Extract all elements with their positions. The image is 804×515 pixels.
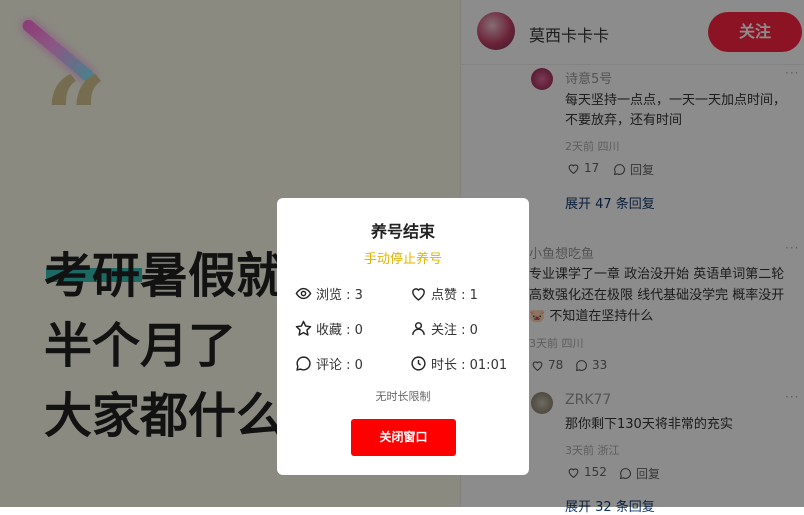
duration-limit-note: 无时长限制 <box>375 390 431 403</box>
heart-icon <box>412 288 425 301</box>
stat-follows-label: 关注 : 0 <box>431 323 478 338</box>
modal-subtitle: 手动停止养号 <box>363 252 442 267</box>
stat-likes: 点赞 : 1 <box>410 284 478 303</box>
stat-comments-label: 评论 : 0 <box>316 358 363 373</box>
close-window-button[interactable]: 关闭窗口 <box>351 419 456 456</box>
stat-views: 浏览 : 3 <box>295 284 363 303</box>
stat-collects: 收藏 : 0 <box>295 319 363 338</box>
stat-follows: 关注 : 0 <box>410 319 478 338</box>
stat-collects-label: 收藏 : 0 <box>316 323 363 338</box>
stat-views-label: 浏览 : 3 <box>316 288 363 303</box>
modal-title: 养号结束 <box>370 222 435 241</box>
user-icon <box>412 322 425 335</box>
clock-icon <box>411 356 426 371</box>
star-icon <box>295 320 312 336</box>
stat-likes-label: 点赞 : 1 <box>431 288 478 303</box>
stat-comments: 评论 : 0 <box>295 354 363 373</box>
eye-icon <box>295 287 312 300</box>
chat-bubble-icon <box>296 356 311 371</box>
stat-duration-label: 时长 : 01:01 <box>431 358 508 373</box>
result-modal: 养号结束 手动停止养号 浏览 : 3 点赞 : 1 收藏 : 0 关注 : 0 … <box>277 198 529 475</box>
stat-duration: 时长 : 01:01 <box>410 354 507 373</box>
